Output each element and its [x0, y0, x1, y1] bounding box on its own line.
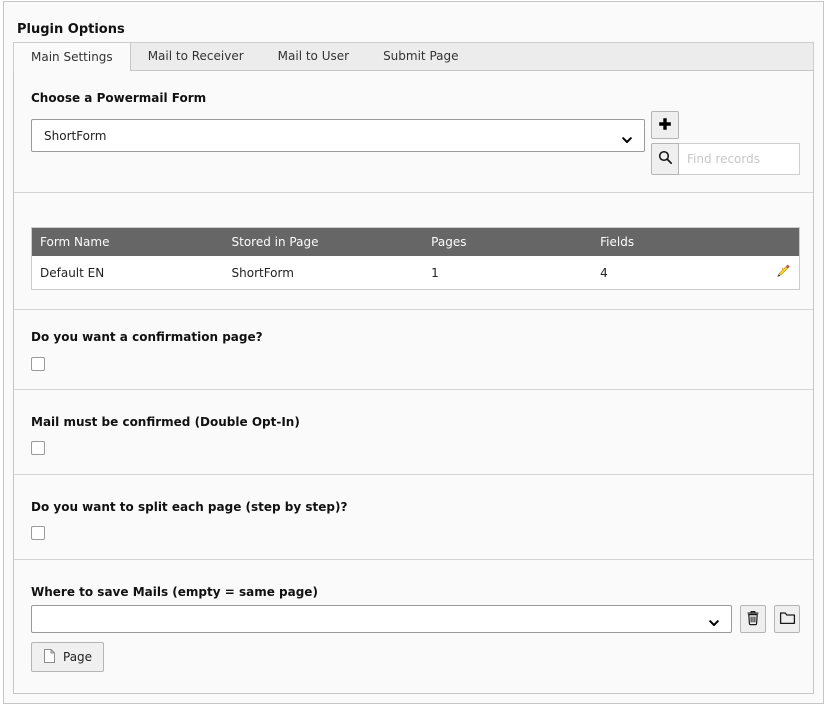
section-save-mails: Where to save Mails (empty = same page) [14, 560, 813, 694]
col-form-name: Form Name [32, 228, 224, 257]
page-button-label: Page [63, 650, 92, 664]
chevron-down-icon [709, 616, 719, 630]
section-records-table: Form Name Stored in Page Pages Fields De… [14, 193, 813, 310]
form-chooser-tools [651, 111, 800, 175]
col-actions [761, 228, 799, 257]
tab-submit-page[interactable]: Submit Page [366, 43, 475, 70]
col-stored-in-page: Stored in Page [224, 228, 424, 257]
cell-stored-in-page: ShortForm [224, 256, 424, 290]
split-pages-label: Do you want to split each page (step by … [31, 500, 800, 514]
find-records-group [651, 143, 800, 175]
folder-icon [779, 611, 796, 628]
section-split-pages: Do you want to split each page (step by … [14, 475, 813, 560]
double-opt-in-checkbox[interactable] [31, 441, 45, 455]
forms-table: Form Name Stored in Page Pages Fields De… [31, 227, 800, 290]
tab-content-main-settings: Choose a Powermail Form ShortForm [13, 71, 814, 694]
search-button[interactable] [651, 143, 679, 175]
edit-pencil-icon [775, 267, 791, 282]
tab-main-settings[interactable]: Main Settings [14, 43, 131, 71]
edit-record-button[interactable] [775, 263, 791, 282]
section-form-chooser: Choose a Powermail Form ShortForm [14, 71, 813, 193]
form-chooser-label: Choose a Powermail Form [31, 91, 800, 105]
cell-fields: 4 [592, 256, 761, 290]
col-pages: Pages [423, 228, 592, 257]
save-mails-select[interactable] [31, 605, 732, 633]
powermail-form-select-value: ShortForm [44, 129, 106, 143]
browse-pages-button[interactable] [774, 605, 800, 633]
section-confirmation-page: Do you want a confirmation page? [14, 310, 813, 390]
tab-strip: Main Settings Mail to Receiver Mail to U… [13, 42, 814, 71]
save-mails-label: Where to save Mails (empty = same page) [31, 585, 800, 599]
split-pages-checkbox[interactable] [31, 526, 45, 540]
confirmation-page-checkbox[interactable] [31, 357, 45, 371]
cell-pages: 1 [423, 256, 592, 290]
double-opt-in-label: Mail must be confirmed (Double Opt-In) [31, 415, 800, 429]
powermail-form-select[interactable]: ShortForm [31, 119, 645, 152]
find-records-input[interactable] [679, 143, 800, 175]
chevron-down-icon [622, 133, 632, 147]
page-icon [43, 648, 56, 667]
table-header-row: Form Name Stored in Page Pages Fields [32, 228, 800, 257]
confirmation-page-label: Do you want a confirmation page? [31, 330, 800, 344]
tab-mail-to-user[interactable]: Mail to User [261, 43, 366, 70]
save-mails-row [31, 605, 800, 633]
table-row: Default EN ShortForm 1 4 [32, 256, 800, 290]
page-button[interactable]: Page [31, 642, 104, 672]
tab-mail-to-receiver[interactable]: Mail to Receiver [131, 43, 261, 70]
plus-icon [658, 117, 672, 134]
page-title: Plugin Options [13, 2, 814, 42]
form-chooser-row: ShortForm [31, 111, 800, 175]
col-fields: Fields [592, 228, 761, 257]
plugin-options-panel: Plugin Options Main Settings Mail to Rec… [3, 1, 824, 704]
search-icon [658, 150, 673, 168]
cell-form-name: Default EN [32, 256, 224, 290]
add-form-button[interactable] [651, 111, 679, 139]
trash-icon [746, 610, 760, 629]
section-double-opt-in: Mail must be confirmed (Double Opt-In) [14, 390, 813, 475]
clear-selection-button[interactable] [740, 605, 766, 633]
